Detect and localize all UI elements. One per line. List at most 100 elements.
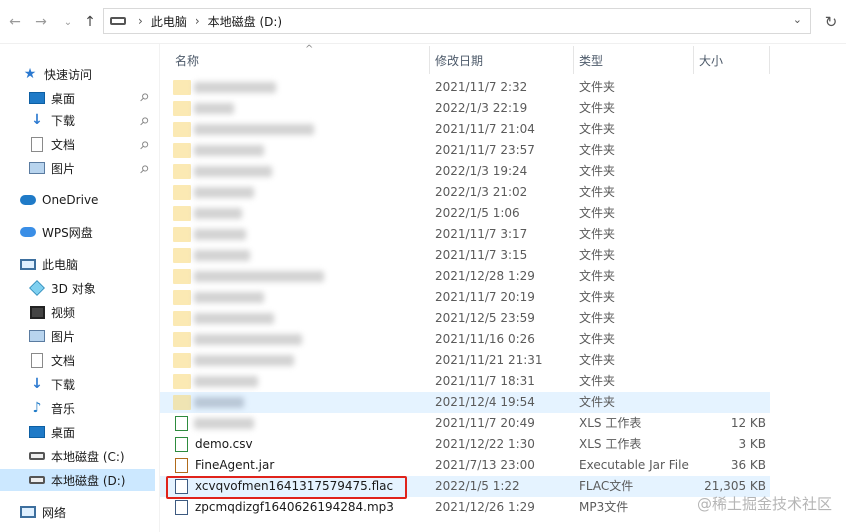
refresh-icon[interactable]: ↻ xyxy=(819,10,843,34)
sidebar-item-3d-objects[interactable]: 3D 对象 xyxy=(29,277,96,299)
sidebar-item-desktop[interactable]: 桌面 xyxy=(29,87,154,109)
sidebar-item-label: 下载 xyxy=(51,377,76,392)
pin-icon[interactable]: ⚲ xyxy=(137,114,152,129)
table-row[interactable]: 2021/11/21 21:31 文件夹 xyxy=(160,350,770,371)
blurred-name xyxy=(194,271,324,282)
column-header-type[interactable]: 类型 xyxy=(574,46,694,74)
pin-icon[interactable]: ⚲ xyxy=(137,162,152,177)
folder-icon xyxy=(173,395,191,410)
sidebar-item-quick-access[interactable]: ★ 快速访问 xyxy=(22,63,92,85)
sidebar-item-pictures[interactable]: 图片 xyxy=(29,157,75,179)
computer-icon xyxy=(20,256,36,272)
table-row[interactable]: 2022/1/3 19:24 文件夹 xyxy=(160,161,770,182)
forward-arrow-icon[interactable]: → xyxy=(30,11,52,33)
sidebar-item-documents-pc[interactable]: 文档 xyxy=(29,349,75,371)
chevron-right-icon[interactable]: › xyxy=(138,14,143,28)
blurred-name xyxy=(194,292,264,303)
table-row[interactable]: 2021/11/7 2:32 文件夹 xyxy=(160,77,770,98)
highlight-box xyxy=(166,476,407,499)
desktop-icon xyxy=(29,90,45,106)
sidebar-item-local-disk-d[interactable]: 本地磁盘 (D:) xyxy=(0,469,155,491)
sort-up-icon: ^ xyxy=(305,44,314,55)
cloud-icon xyxy=(20,224,36,240)
column-header-name[interactable]: ^ 名称 xyxy=(170,44,430,74)
csv-file-icon xyxy=(175,437,188,452)
music-icon: ♪ xyxy=(32,400,42,416)
column-header-size[interactable]: 大小 xyxy=(694,46,770,74)
table-row[interactable]: FineAgent.jar 2021/7/13 23:00 Executable… xyxy=(160,455,770,476)
sidebar-item-label: OneDrive xyxy=(42,193,99,207)
sidebar-item-desktop-pc[interactable]: 桌面 xyxy=(29,421,75,443)
sidebar-item-label: 图片 xyxy=(51,161,76,176)
sidebar-item-label: 下载 xyxy=(51,113,76,128)
spreadsheet-file-icon xyxy=(175,416,188,431)
sidebar-item-label: WPS网盘 xyxy=(42,225,93,240)
pin-icon[interactable]: ⚲ xyxy=(137,138,152,153)
table-row[interactable]: 2022/1/3 21:02 文件夹 xyxy=(160,182,770,203)
chevron-down-icon[interactable]: ⌄ xyxy=(793,13,802,26)
table-row[interactable]: 2022/1/5 1:06 文件夹 xyxy=(160,203,770,224)
folder-icon xyxy=(173,269,191,284)
table-row[interactable]: 2021/12/28 1:29 文件夹 xyxy=(160,266,770,287)
folder-icon xyxy=(173,332,191,347)
blurred-name xyxy=(194,124,314,135)
sidebar-item-label: 音乐 xyxy=(51,401,76,416)
table-row[interactable]: 2021/12/5 23:59 文件夹 xyxy=(160,308,770,329)
chevron-right-icon[interactable]: › xyxy=(195,14,200,28)
sidebar-item-videos[interactable]: 视频 xyxy=(29,301,75,323)
table-row[interactable]: 2021/11/7 23:57 文件夹 xyxy=(160,140,770,161)
sidebar-item-documents[interactable]: 文档 xyxy=(29,133,75,155)
sidebar-item-label: 本地磁盘 (C:) xyxy=(51,449,125,464)
blurred-name xyxy=(194,376,258,387)
sidebar-item-downloads-pc[interactable]: ↓ 下载 xyxy=(29,373,75,395)
sidebar-item-wps-drive[interactable]: WPS网盘 xyxy=(20,221,93,243)
blurred-name xyxy=(194,145,264,156)
blurred-name xyxy=(194,229,246,240)
sidebar-item-network[interactable]: 网络 xyxy=(20,501,66,523)
table-row[interactable]: 2021/11/16 0:26 文件夹 xyxy=(160,329,770,350)
sidebar-item-pictures-pc[interactable]: 图片 xyxy=(29,325,75,347)
navigation-pane: ★ 快速访问 桌面 ⚲ ↓ 下载 ⚲ 文档 ⚲ 图片 ⚲ OneDrive WP… xyxy=(0,44,160,532)
column-header-date[interactable]: 修改日期 xyxy=(430,46,574,74)
sidebar-item-onedrive[interactable]: OneDrive xyxy=(20,189,98,211)
back-arrow-icon[interactable]: ← xyxy=(4,11,26,33)
breadcrumb-this-pc[interactable]: 此电脑 xyxy=(151,13,187,30)
folder-icon xyxy=(173,122,191,137)
sidebar-item-label: 桌面 xyxy=(51,425,76,440)
sidebar-item-music[interactable]: ♪ 音乐 xyxy=(29,397,75,419)
table-row[interactable]: 2021/11/7 20:49 XLS 工作表 12 KB xyxy=(160,413,770,434)
folder-icon xyxy=(173,290,191,305)
sidebar-item-label: 快速访问 xyxy=(44,67,93,82)
table-row[interactable]: 2021/12/4 19:54 文件夹 xyxy=(160,392,770,413)
drive-icon xyxy=(29,448,45,464)
breadcrumb-local-disk-d[interactable]: 本地磁盘 (D:) xyxy=(208,13,282,30)
table-row[interactable]: 2021/11/7 3:15 文件夹 xyxy=(160,245,770,266)
table-row[interactable]: 2021/11/7 21:04 文件夹 xyxy=(160,119,770,140)
table-row[interactable]: 2021/11/7 3:17 文件夹 xyxy=(160,224,770,245)
sidebar-item-label: 网络 xyxy=(42,505,67,520)
sidebar-item-downloads[interactable]: ↓ 下载 xyxy=(29,109,75,131)
blurred-name xyxy=(194,187,254,198)
blurred-name xyxy=(194,250,250,261)
recent-locations-chevron-icon[interactable]: ⌄ xyxy=(57,11,79,33)
blurred-name xyxy=(194,418,254,429)
folder-icon xyxy=(173,353,191,368)
folder-icon xyxy=(173,185,191,200)
up-arrow-icon[interactable]: ↑ xyxy=(79,11,101,33)
table-row[interactable]: demo.csv 2021/12/22 1:30 XLS 工作表 3 KB xyxy=(160,434,770,455)
folder-icon xyxy=(173,80,191,95)
document-icon xyxy=(29,136,45,152)
address-box[interactable]: › 此电脑 › 本地磁盘 (D:) ⌄ xyxy=(103,8,811,34)
blurred-name xyxy=(194,208,242,219)
network-icon xyxy=(20,504,36,520)
sidebar-item-this-pc[interactable]: 此电脑 xyxy=(20,253,78,275)
table-row[interactable]: 2021/11/7 18:31 文件夹 xyxy=(160,371,770,392)
blurred-name xyxy=(194,166,272,177)
blurred-name xyxy=(194,103,234,114)
table-row[interactable]: 2022/1/3 22:19 文件夹 xyxy=(160,98,770,119)
folder-icon xyxy=(173,143,191,158)
sidebar-item-label: 此电脑 xyxy=(42,257,79,272)
table-row[interactable]: zpcmqdizgf1640626194284.mp3 2021/12/26 1… xyxy=(160,497,770,518)
table-row[interactable]: 2021/11/7 20:19 文件夹 xyxy=(160,287,770,308)
sidebar-item-local-disk-c[interactable]: 本地磁盘 (C:) xyxy=(29,445,125,467)
